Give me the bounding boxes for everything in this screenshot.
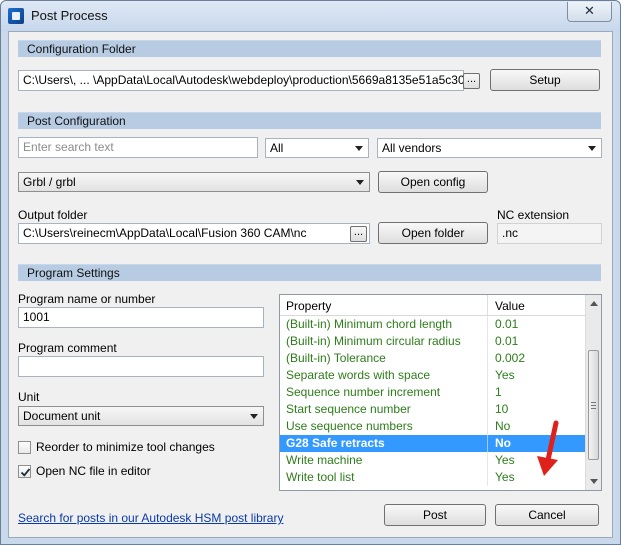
program-comment-input[interactable] <box>18 356 264 377</box>
cancel-button[interactable]: Cancel <box>495 504 599 526</box>
property-value[interactable]: 0.01 <box>495 334 518 348</box>
output-folder-label: Output folder <box>18 208 88 222</box>
column-divider <box>487 295 488 316</box>
column-header-value[interactable]: Value <box>495 299 525 313</box>
program-name-label: Program name or number <box>18 292 156 306</box>
grid-row[interactable]: Start sequence number 10 <box>280 401 585 418</box>
grid-row[interactable]: (Built-in) Tolerance 0.002 <box>280 350 585 367</box>
property-name: (Built-in) Minimum chord length <box>286 317 453 331</box>
open-config-button[interactable]: Open config <box>378 171 488 193</box>
grid-scrollbar[interactable] <box>585 295 601 490</box>
chevron-down-icon <box>588 146 596 151</box>
property-value[interactable]: 0.002 <box>495 351 525 365</box>
grid-row[interactable]: (Built-in) Minimum chord length 0.01 <box>280 316 585 333</box>
property-value[interactable]: No <box>495 419 510 433</box>
column-divider <box>487 350 488 367</box>
open-nc-in-editor-option[interactable]: Open NC file in editor <box>18 464 258 480</box>
column-divider <box>487 418 488 435</box>
configuration-folder-path[interactable]: C:\Users\, ... \AppData\Local\Autodesk\w… <box>18 70 464 91</box>
checkmark-icon <box>20 468 31 477</box>
grip-line <box>591 405 596 406</box>
property-name: (Built-in) Tolerance <box>286 351 386 365</box>
property-value[interactable]: Yes <box>495 368 515 382</box>
property-value[interactable]: Yes <box>495 470 515 484</box>
nc-extension-label: NC extension <box>497 208 570 222</box>
property-value[interactable]: 10 <box>495 402 508 416</box>
open-nc-checkbox[interactable] <box>18 465 31 478</box>
column-divider <box>487 435 488 452</box>
post-filter-select[interactable]: All <box>265 138 369 158</box>
column-divider <box>487 469 488 486</box>
grip-line <box>591 402 596 403</box>
open-folder-button[interactable]: Open folder <box>378 222 488 244</box>
property-name: Start sequence number <box>286 402 411 416</box>
close-button[interactable]: ✕ <box>567 2 612 22</box>
reorder-checkbox[interactable] <box>18 441 31 454</box>
post-processor-select[interactable]: Grbl / grbl <box>18 172 370 192</box>
reorder-checkbox-label: Reorder to minimize tool changes <box>36 440 215 454</box>
grip-line <box>591 408 596 409</box>
column-divider <box>487 316 488 333</box>
scroll-down-icon[interactable] <box>590 479 598 484</box>
post-processor-value: Grbl / grbl <box>23 175 76 189</box>
reorder-tool-changes-option[interactable]: Reorder to minimize tool changes <box>18 440 258 456</box>
program-name-input[interactable]: 1001 <box>18 307 264 328</box>
section-header-configuration-folder: Configuration Folder <box>18 40 601 57</box>
unit-label: Unit <box>18 390 40 404</box>
scroll-up-icon[interactable] <box>590 301 598 306</box>
open-nc-checkbox-label: Open NC file in editor <box>36 464 151 478</box>
property-value[interactable]: No <box>495 436 511 450</box>
property-value[interactable]: 0.01 <box>495 317 518 331</box>
grid-row[interactable]: Separate words with space Yes <box>280 367 585 384</box>
search-posts-library-link[interactable]: Search for posts in our Autodesk HSM pos… <box>18 511 283 525</box>
dialog-body: Configuration Folder C:\Users\, ... \App… <box>8 31 613 538</box>
column-divider <box>487 333 488 350</box>
property-name: G28 Safe retracts <box>286 436 385 450</box>
vendor-filter-value: All vendors <box>382 141 442 155</box>
unit-value: Document unit <box>23 409 101 423</box>
post-search-input[interactable]: Enter search text <box>18 137 258 158</box>
chevron-down-icon <box>356 180 364 185</box>
property-name: (Built-in) Minimum circular radius <box>286 334 461 348</box>
section-header-program-settings: Program Settings <box>18 264 601 281</box>
property-name: Write machine <box>286 453 363 467</box>
program-comment-label: Program comment <box>18 341 117 355</box>
setup-button[interactable]: Setup <box>490 69 600 91</box>
property-name: Write tool list <box>286 470 355 484</box>
column-divider <box>487 367 488 384</box>
property-name: Use sequence numbers <box>286 419 413 433</box>
grid-row[interactable]: (Built-in) Minimum circular radius 0.01 <box>280 333 585 350</box>
grid-row[interactable]: Sequence number increment 1 <box>280 384 585 401</box>
post-button[interactable]: Post <box>384 504 486 526</box>
annotation-arrow-icon <box>537 420 559 476</box>
scroll-thumb[interactable] <box>588 350 599 460</box>
unit-select[interactable]: Document unit <box>18 406 264 426</box>
output-folder-path[interactable]: C:\Users\reinecm\AppData\Local\Fusion 36… <box>18 223 370 244</box>
column-divider <box>487 452 488 469</box>
title-bar[interactable]: Post Process ✕ <box>1 1 620 31</box>
config-folder-browse-button[interactable]: ... <box>463 73 480 89</box>
window-title: Post Process <box>31 8 108 23</box>
property-value[interactable]: Yes <box>495 453 515 467</box>
nc-extension-field[interactable]: .nc <box>497 223 602 244</box>
property-value[interactable]: 1 <box>495 385 502 399</box>
column-header-property[interactable]: Property <box>286 299 331 313</box>
property-name: Separate words with space <box>286 368 431 382</box>
grid-header: Property Value <box>280 295 585 316</box>
post-process-window: Post Process ✕ Configuration Folder C:\U… <box>0 0 621 545</box>
column-divider <box>487 384 488 401</box>
app-icon <box>8 8 24 24</box>
chevron-down-icon <box>355 146 363 151</box>
column-divider <box>487 401 488 418</box>
output-folder-browse-button[interactable]: ... <box>350 226 367 242</box>
property-name: Sequence number increment <box>286 385 441 399</box>
vendor-filter-select[interactable]: All vendors <box>377 138 602 158</box>
section-header-post-configuration: Post Configuration <box>18 112 601 129</box>
chevron-down-icon <box>250 414 258 419</box>
post-filter-value: All <box>270 141 284 155</box>
